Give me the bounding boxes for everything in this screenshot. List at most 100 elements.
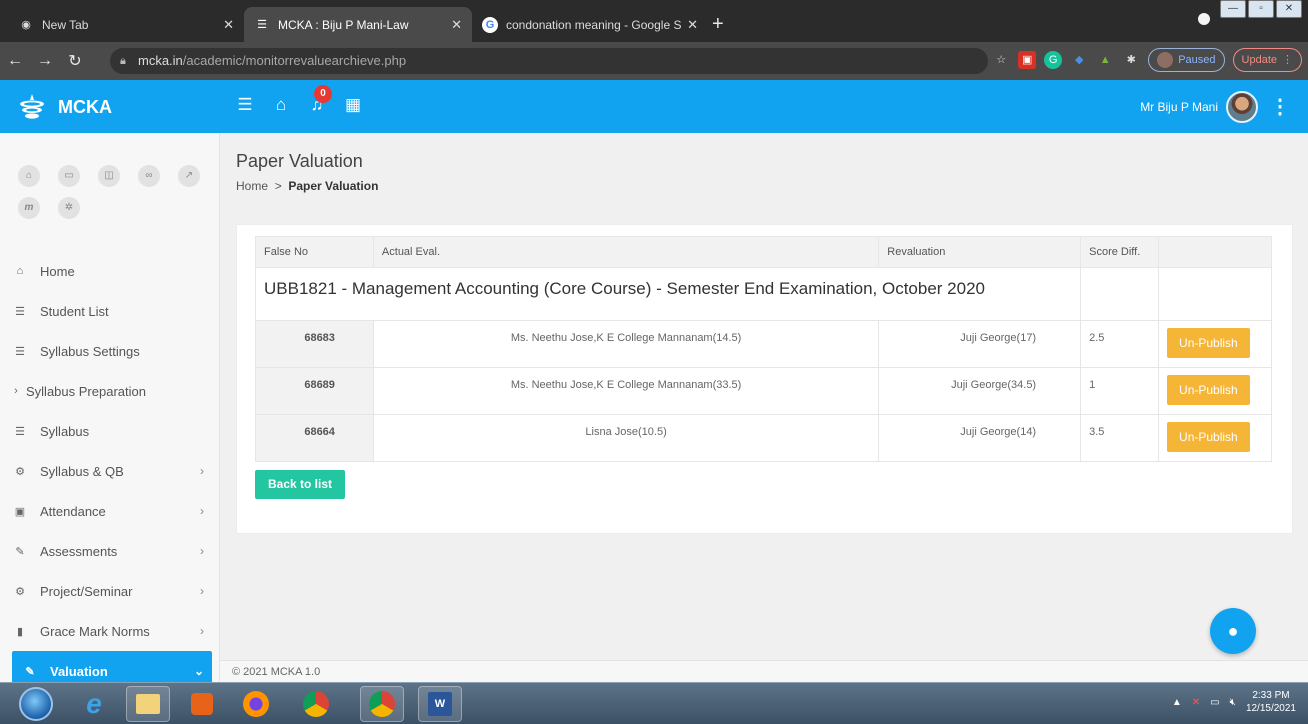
taskbar-word[interactable]: W (418, 686, 462, 722)
notification-bell-icon[interactable]: ♫ 0 (306, 85, 332, 115)
cogs-icon: ⚙ (15, 585, 25, 598)
close-window-icon[interactable]: ✕ (1276, 0, 1302, 18)
browser-tab-mcka[interactable]: ☰ MCKA : Biju P Mani-Law ✕ (244, 7, 472, 42)
mcka-favicon-icon: ☰ (257, 19, 267, 31)
quick-m-icon[interactable]: m (18, 197, 40, 219)
sidebar-item-grace-mark-norms[interactable]: ▮ Grace Mark Norms › (0, 611, 219, 651)
tab-close-icon[interactable]: ✕ (223, 17, 234, 33)
sidebar-item-label: Project/Seminar (40, 583, 133, 599)
column-header-actual-eval: Actual Eval. (372, 236, 880, 268)
address-bar[interactable]: 🔒︎ mcka.in/academic/monitorrevaluearchie… (110, 48, 988, 74)
chat-bubble-icon[interactable]: ● (1210, 608, 1256, 654)
folder-icon (136, 694, 160, 714)
chevron-right-icon: › (200, 544, 204, 558)
quick-id-card-icon[interactable]: ▭ (58, 165, 80, 187)
system-tray: ▲ ✕ ▭ 🔇︎ 2:33 PM 12/15/2021 (1172, 689, 1296, 715)
puzzle-extensions-icon[interactable]: ✱ (1122, 51, 1140, 69)
tray-expand-icon[interactable]: ▲ (1172, 697, 1182, 708)
forward-arrow-icon[interactable]: → (30, 52, 60, 70)
more-options-icon[interactable]: ⋮ (1270, 94, 1290, 119)
bookmark-star-icon[interactable]: ☆ (992, 51, 1010, 69)
taskbar-media-player[interactable] (180, 686, 224, 722)
menu-toggle-icon[interactable]: ☰ (234, 95, 256, 115)
tray-network-icon[interactable]: ✕ (1192, 697, 1200, 708)
sidebar-item-project-seminar[interactable]: ⚙ Project/Seminar › (0, 571, 219, 611)
action-cell: Un-Publish (1158, 414, 1272, 462)
grammarly-icon[interactable]: G (1044, 51, 1063, 69)
chrome-profile-icon (369, 691, 395, 717)
false-no-cell: 68683 (255, 320, 374, 368)
lock-icon: 🔒︎ (120, 55, 126, 67)
sidebar-item-assessments[interactable]: ✎ Assessments › (0, 531, 219, 571)
quick-external-link-icon[interactable]: ↗ (178, 165, 200, 187)
internet-explorer-icon: e (86, 688, 102, 719)
sidebar-item-syllabus-preparation[interactable]: › Syllabus Preparation (0, 371, 219, 411)
sidebar-item-valuation[interactable]: ✎ Valuation ⌄ (12, 651, 212, 682)
chrome-icon: ◉ (21, 19, 31, 31)
extension-cap-icon[interactable]: ◆ (1070, 51, 1088, 69)
pencil-icon: ✎ (25, 665, 35, 678)
sidebar-item-attendance[interactable]: ▣ Attendance › (0, 491, 219, 531)
quick-settings-icon[interactable]: ✲ (58, 197, 80, 219)
browser-tabstrip: ◉ New Tab ✕ ☰ MCKA : Biju P Mani-Law ✕ G… (0, 0, 1308, 42)
taskbar-chrome-profile[interactable] (360, 686, 404, 722)
profile-avatar (1157, 52, 1174, 68)
unpublish-button[interactable]: Un-Publish (1167, 328, 1250, 358)
sidebar-item-syllabus[interactable]: ☰ Syllabus (0, 411, 219, 451)
minimize-icon[interactable]: — (1220, 0, 1246, 18)
taskbar-chrome[interactable] (294, 686, 338, 722)
table-caption: UBB1821 - Management Accounting (Core Co… (254, 267, 1082, 321)
url-path: /academic/monitorrevaluearchieve.php (182, 53, 407, 68)
breadcrumb-home[interactable]: Home (236, 179, 268, 193)
back-arrow-icon[interactable]: ← (0, 52, 30, 70)
start-button[interactable] (14, 686, 58, 722)
sidebar-item-label: Home (40, 263, 75, 279)
brand-name: MCKA (58, 96, 112, 117)
extension-box-icon[interactable]: ▲ (1096, 51, 1114, 69)
unpublish-button[interactable]: Un-Publish (1167, 375, 1250, 405)
header-icons: ☰ ⌂ ♫ 0 ▦ (234, 85, 364, 115)
sidebar-item-label: Syllabus (40, 423, 90, 439)
browser-extensions: ☆ ▣ G ◆ ▲ ✱ Paused Update ⋮ (992, 48, 1302, 72)
quick-home-icon[interactable]: ⌂ (18, 165, 40, 187)
valuation-table: UBB1821 - Management Accounting (Core Co… (254, 236, 1272, 462)
brand[interactable]: MCKA (18, 92, 112, 122)
home-icon[interactable]: ⌂ (270, 95, 292, 115)
sidebar-item-student-list[interactable]: ☰ Student List (0, 291, 219, 331)
sidebar-item-label: Syllabus Preparation (26, 383, 146, 399)
column-header-score-diff: Score Diff. (1080, 236, 1160, 268)
cogs-icon: ⚙ (15, 465, 25, 478)
user-menu[interactable]: Mr Biju P Mani (1140, 91, 1258, 123)
quick-handshake-icon[interactable]: ∞ (138, 165, 160, 187)
profile-paused-button[interactable]: Paused (1148, 48, 1225, 72)
browser-tab-new-tab[interactable]: ◉ New Tab ✕ (8, 7, 244, 42)
tray-volume-icon[interactable]: 🔇︎ (1230, 697, 1236, 708)
table-header-row: False No Actual Eval. Revaluation Score … (255, 236, 1272, 268)
false-no-cell: 68664 (255, 414, 374, 462)
taskbar-ie[interactable]: e (72, 686, 116, 722)
tray-display-icon[interactable]: ▭ (1210, 697, 1219, 708)
back-to-list-button[interactable]: Back to list (255, 470, 346, 499)
maximize-icon[interactable]: ▫ (1248, 0, 1274, 18)
chevron-right-icon: › (14, 385, 18, 397)
taskbar-explorer[interactable] (126, 686, 170, 722)
browser-tab-google[interactable]: G condonation meaning - Google S ✕ (472, 7, 708, 42)
update-button[interactable]: Update ⋮ (1232, 48, 1302, 72)
new-tab-plus-icon[interactable]: + (712, 14, 724, 34)
clock[interactable]: 2:33 PM 12/15/2021 (1246, 689, 1296, 715)
apps-grid-icon[interactable]: ▦ (342, 95, 364, 115)
action-cell: Un-Publish (1158, 320, 1272, 368)
action-cell: Un-Publish (1158, 367, 1272, 415)
chrome-icon (303, 691, 329, 717)
extension-red-icon[interactable]: ▣ (1018, 51, 1037, 69)
tab-close-icon[interactable]: ✕ (687, 17, 698, 33)
unpublish-button[interactable]: Un-Publish (1167, 422, 1250, 452)
reload-icon[interactable]: ↻ (60, 51, 90, 71)
taskbar-firefox[interactable] (234, 686, 278, 722)
sidebar-item-syllabus-qb[interactable]: ⚙ Syllabus & QB › (0, 451, 219, 491)
sidebar-item-home[interactable]: ⌂ Home (0, 251, 219, 291)
tab-close-icon[interactable]: ✕ (451, 17, 462, 33)
quick-lock-icon[interactable]: ◫ (98, 165, 120, 187)
sidebar-item-syllabus-settings[interactable]: ☰ Syllabus Settings (0, 331, 219, 371)
word-icon: W (428, 692, 452, 716)
